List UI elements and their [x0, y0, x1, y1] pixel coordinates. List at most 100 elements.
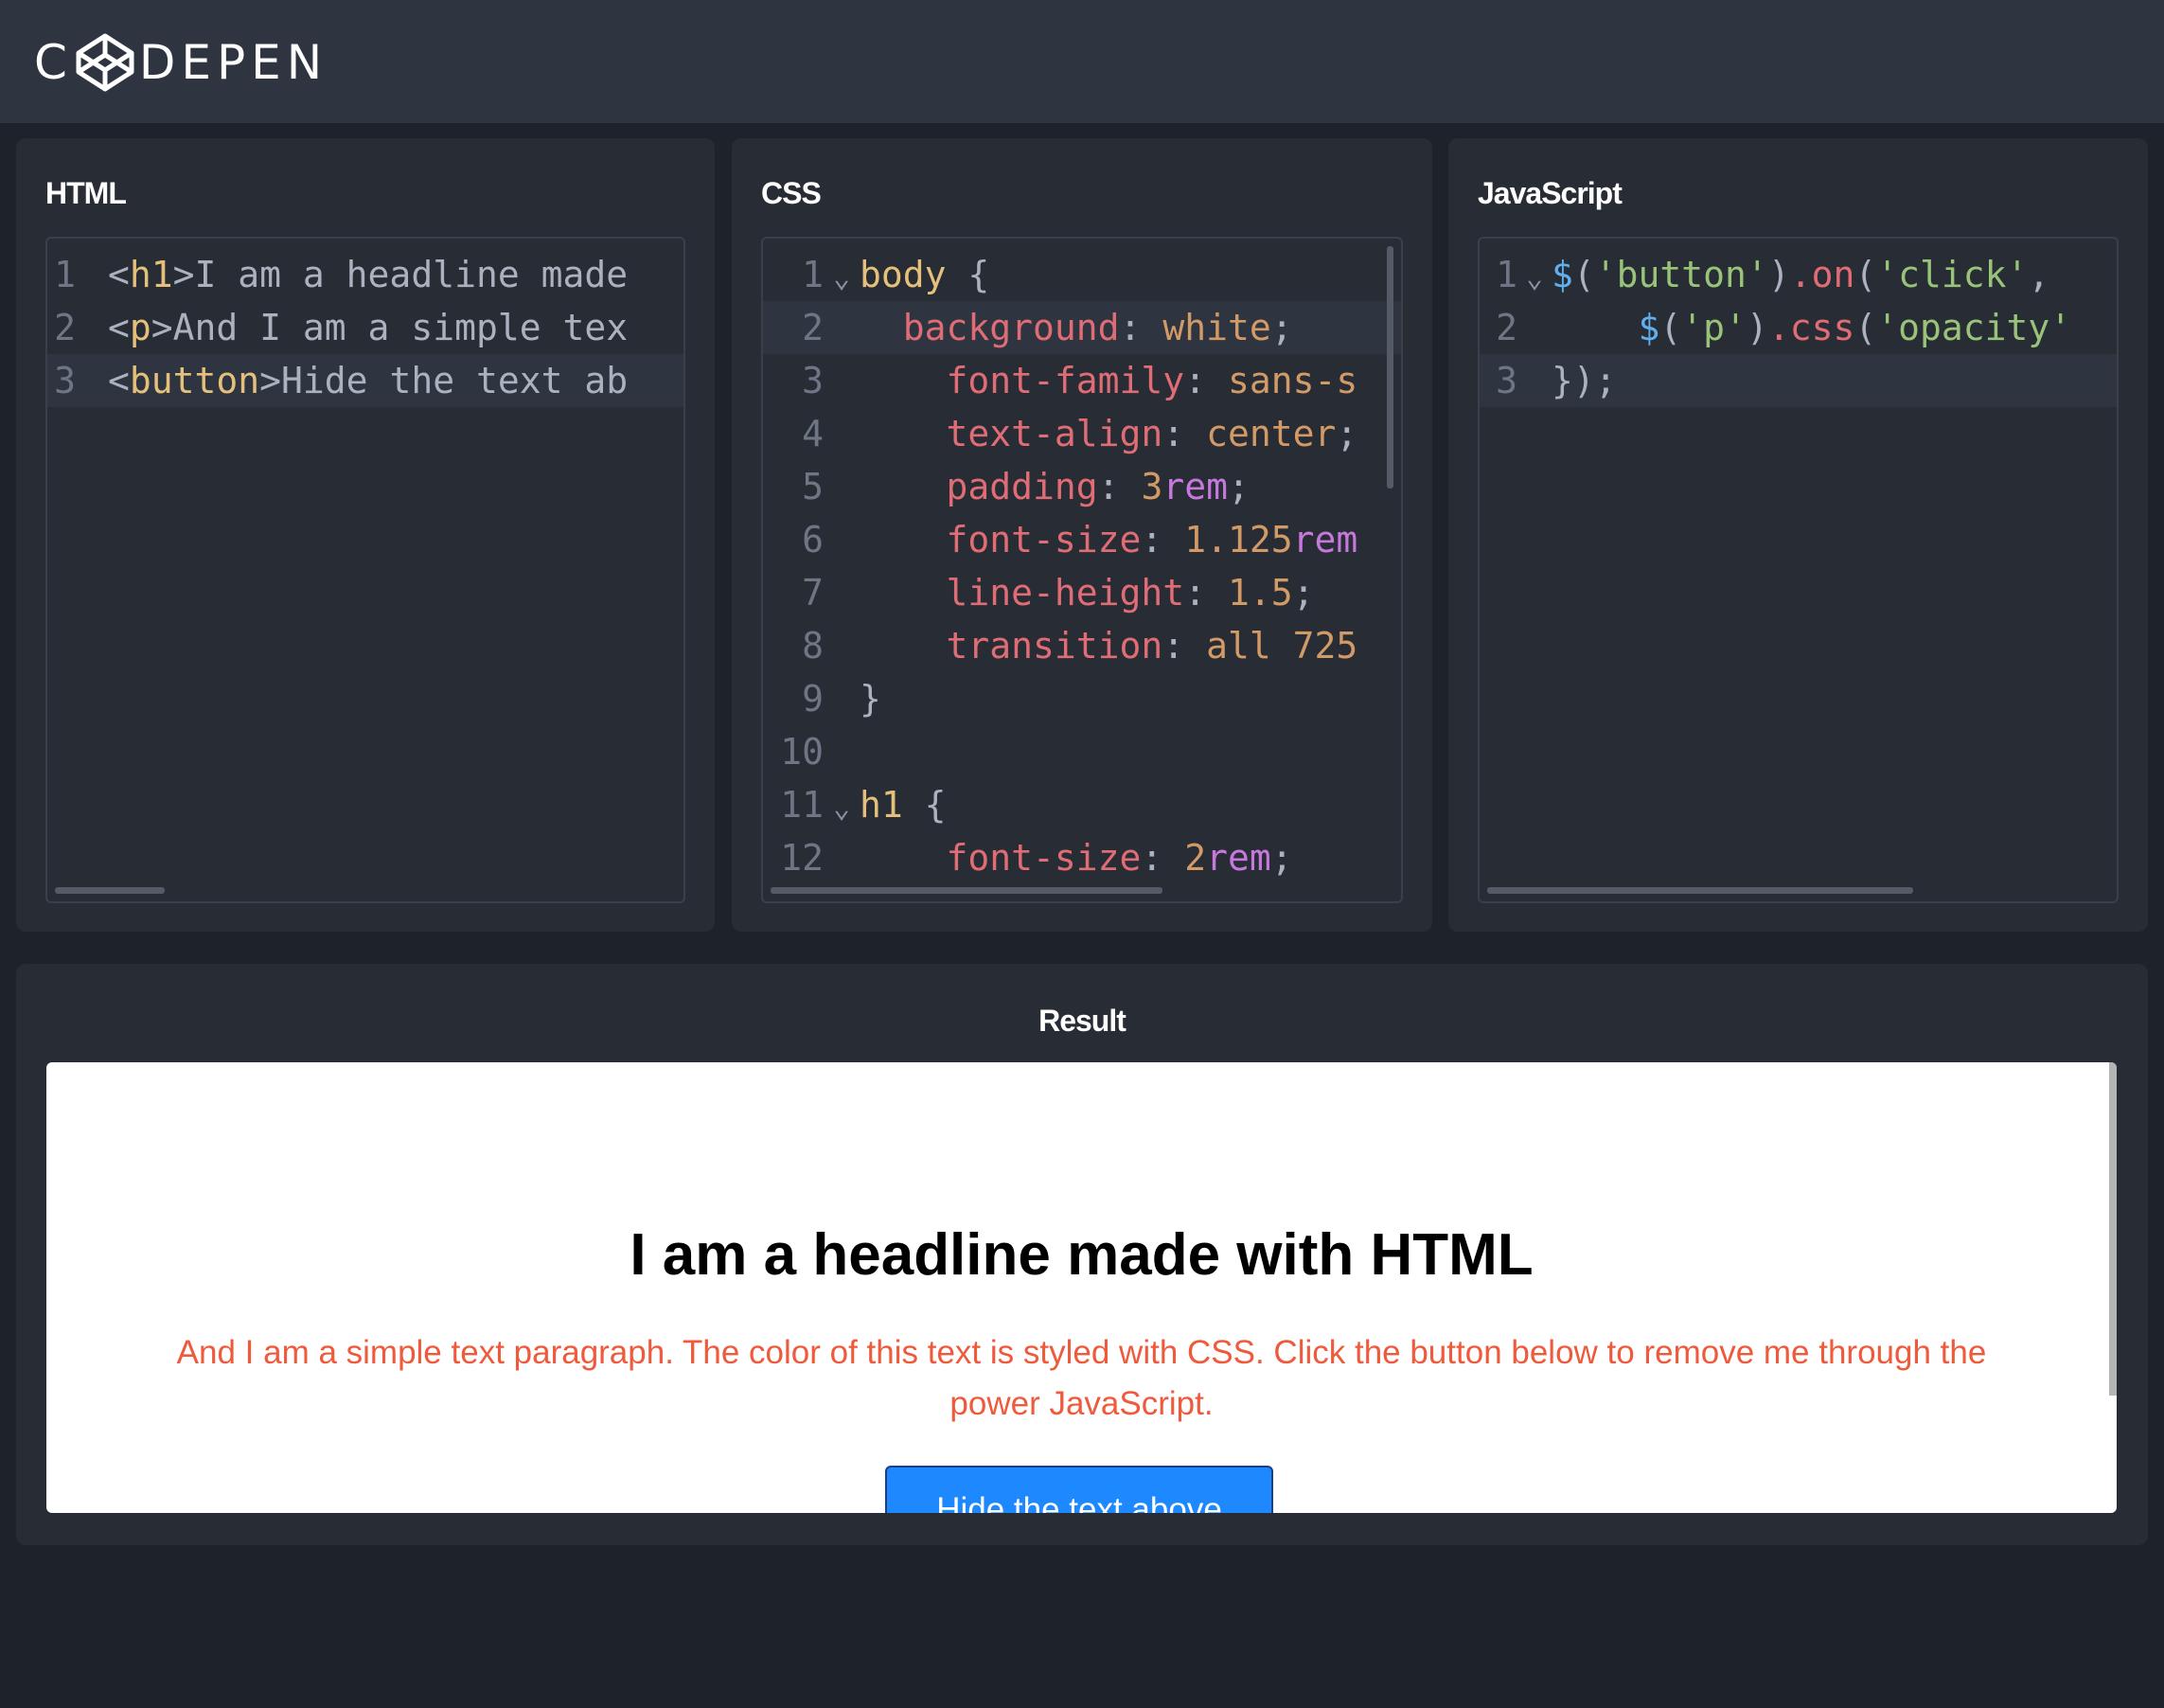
code-token: 1.125 — [1184, 519, 1293, 560]
line-number: 3 — [54, 360, 76, 401]
code-token: 'click' — [1876, 254, 2029, 295]
html-editor[interactable]: 1 <h1>I am a headline made 2 <p>And I am a … — [45, 237, 685, 903]
code-token: : — [1162, 413, 1207, 454]
css-code-line[interactable]: 8 transition: all 725 — [763, 619, 1401, 672]
result-frame[interactable]: I am a headline made with HTML And I am … — [46, 1062, 2117, 1513]
logo-text-left: C — [34, 35, 73, 90]
css-editor[interactable]: 1 ⌄ body {2 background: white; 3 font-famil… — [761, 237, 1403, 903]
hide-text-button[interactable]: Hide the text above — [885, 1466, 1273, 1513]
code-token: ; — [1270, 307, 1293, 348]
code-token: button — [129, 360, 260, 401]
fold-chevron-icon[interactable]: ⌄ — [1517, 252, 1552, 305]
code-token: rem — [1206, 837, 1271, 879]
css-code-line[interactable]: 12 font-size: 2rem; — [763, 831, 1401, 884]
code-token: .on — [1789, 254, 1855, 295]
code-token: { — [902, 784, 947, 826]
js-code-line[interactable]: 2 $('p').css('opacity' — [1480, 301, 2117, 354]
css-code[interactable]: 1 ⌄ body {2 background: white; 3 font-famil… — [763, 248, 1401, 884]
html-panel: HTML 1 <h1>I am a headline made 2 <p>And I … — [16, 138, 715, 932]
css-horizontal-scrollbar[interactable] — [771, 887, 1162, 894]
js-code-line[interactable]: 3}); — [1480, 354, 2117, 407]
code-token: padding — [860, 466, 1098, 507]
js-panel: JavaScript 1 ⌄ $('button').on('click', 2 $(… — [1448, 138, 2148, 932]
code-token: background — [860, 307, 1120, 348]
code-token: 3 — [1141, 466, 1163, 507]
code-token: { — [946, 254, 990, 295]
line-number: 9 — [802, 678, 824, 720]
code-token: sans-s — [1227, 360, 1358, 401]
css-vertical-scrollbar[interactable] — [1387, 246, 1393, 489]
result-vertical-scrollbar[interactable] — [2109, 1062, 2117, 1396]
code-token: : — [1097, 466, 1142, 507]
result-paragraph: And I am a simple text paragraph. The co… — [176, 1334, 1987, 1422]
code-token: : — [1162, 625, 1207, 667]
css-code-line[interactable]: 2 background: white; — [763, 301, 1401, 354]
js-horizontal-scrollbar[interactable] — [1487, 887, 1913, 894]
logo-text-right: DEPEN — [138, 35, 328, 90]
code-token: h1 — [129, 254, 173, 295]
html-code[interactable]: 1 <h1>I am a headline made 2 <p>And I am a … — [47, 248, 683, 407]
code-token: < — [108, 360, 130, 401]
line-number: 6 — [802, 519, 824, 560]
code-token: >And I am a simple tex — [151, 307, 629, 348]
css-code-line[interactable]: 11 ⌄ h1 { — [763, 778, 1401, 831]
codepen-logo[interactable]: C DEPEN — [34, 32, 328, 93]
css-code-line[interactable]: 3 font-family: sans-s — [763, 354, 1401, 407]
code-token: ; — [1292, 572, 1315, 614]
line-number: 2 — [54, 307, 76, 348]
html-code-line[interactable]: 2 <p>And I am a simple tex — [47, 301, 683, 354]
code-token: body — [860, 254, 947, 295]
code-token: ) — [1746, 307, 1768, 348]
code-token: $ — [1552, 254, 1573, 295]
html-horizontal-scrollbar[interactable] — [55, 887, 165, 894]
line-number: 5 — [802, 466, 824, 507]
css-panel-title: CSS — [761, 176, 822, 210]
css-code-line[interactable]: 4 text-align: center; — [763, 407, 1401, 460]
code-token: ; — [1336, 413, 1358, 454]
code-token: : — [1119, 307, 1163, 348]
css-code-line[interactable]: 5 padding: 3rem; — [763, 460, 1401, 513]
code-token: h1 — [860, 784, 903, 826]
code-token: font-family — [860, 360, 1185, 401]
code-token: : — [1141, 519, 1185, 560]
top-bar: C DEPEN — [0, 0, 2164, 123]
code-token: font-size — [860, 837, 1142, 879]
code-token: center — [1206, 413, 1337, 454]
line-number: 12 — [780, 837, 824, 879]
code-token: transition — [860, 625, 1163, 667]
code-token: .css — [1767, 307, 1855, 348]
code-token: < — [108, 307, 130, 348]
css-code-line[interactable]: 1 ⌄ body { — [763, 248, 1401, 301]
line-number: 1 — [802, 254, 824, 295]
js-editor[interactable]: 1 ⌄ $('button').on('click', 2 $('p').css('o… — [1478, 237, 2119, 903]
js-code-line[interactable]: 1 ⌄ $('button').on('click', — [1480, 248, 2117, 301]
code-token: 'button' — [1594, 254, 1768, 295]
code-token: }); — [1552, 360, 1617, 401]
line-number: 1 — [54, 254, 76, 295]
fold-chevron-icon[interactable]: ⌄ — [824, 782, 860, 835]
line-number: 7 — [802, 572, 824, 614]
code-token: p — [129, 307, 151, 348]
css-code-line[interactable]: 6 font-size: 1.125rem — [763, 513, 1401, 566]
line-number: 3 — [802, 360, 824, 401]
line-number: 2 — [1496, 307, 1517, 348]
code-token: ; — [1227, 466, 1250, 507]
code-token: : — [1141, 837, 1185, 879]
code-token: rem — [1162, 466, 1228, 507]
code-token: ; — [1270, 837, 1293, 879]
code-token: white — [1162, 307, 1271, 348]
code-token: ( — [1854, 254, 1877, 295]
line-number: 10 — [780, 731, 824, 773]
code-token: < — [108, 254, 130, 295]
html-code-line[interactable]: 1 <h1>I am a headline made — [47, 248, 683, 301]
css-code-line[interactable]: 7 line-height: 1.5; — [763, 566, 1401, 619]
code-token: 2 — [1184, 837, 1207, 879]
html-code-line[interactable]: 3 <button>Hide the text ab — [47, 354, 683, 407]
fold-chevron-icon[interactable]: ⌄ — [824, 252, 860, 305]
line-number: 4 — [802, 413, 824, 454]
code-token: ) — [1767, 254, 1790, 295]
css-code-line[interactable]: 10 — [763, 725, 1401, 778]
css-code-line[interactable]: 9} — [763, 672, 1401, 725]
code-token: line-height — [860, 572, 1185, 614]
js-code[interactable]: 1 ⌄ $('button').on('click', 2 $('p').css('o… — [1480, 248, 2117, 407]
